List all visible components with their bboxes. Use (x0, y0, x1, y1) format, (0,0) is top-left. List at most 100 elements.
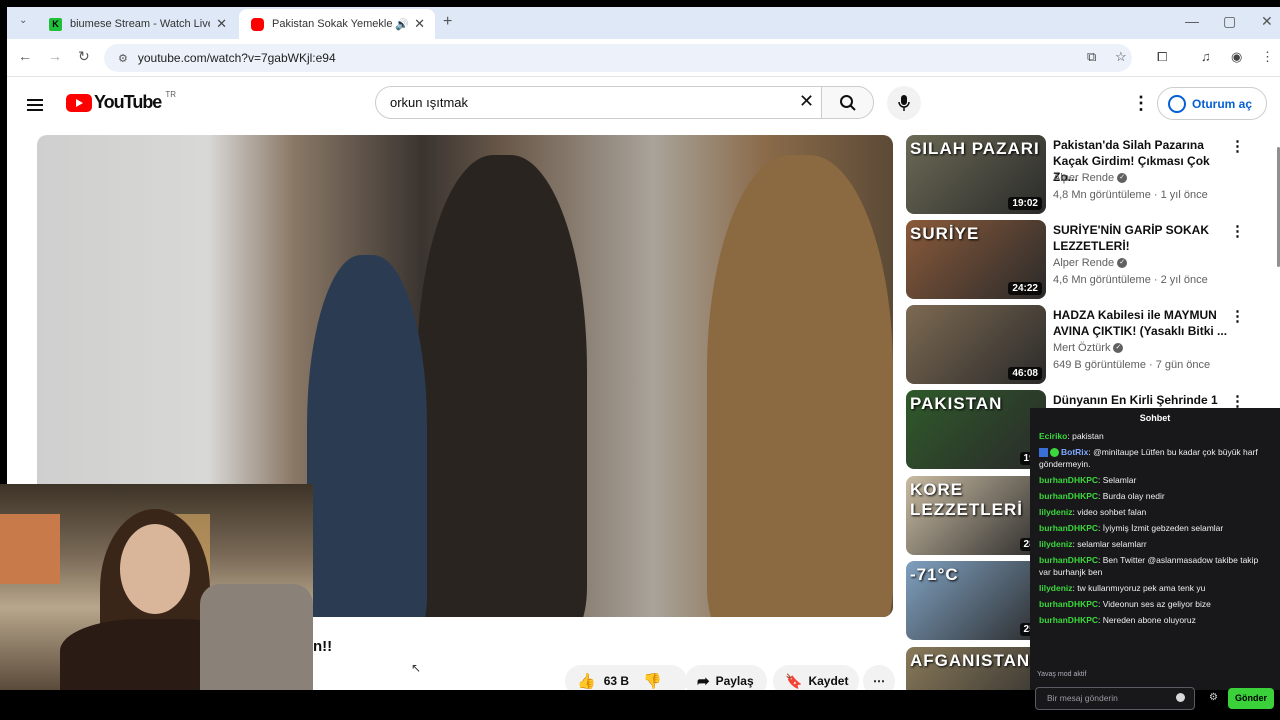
video-thumbnail[interactable]: SURİYE 24:22 (906, 220, 1046, 299)
chat-username[interactable]: Eciriko (1039, 431, 1067, 441)
tab-search-chevron-icon[interactable]: ⌄ (19, 15, 27, 26)
media-control-icon[interactable]: ♫ (1201, 49, 1211, 64)
close-tab-icon[interactable]: ✕ (414, 16, 425, 32)
chat-username[interactable]: burhanDHKPC (1039, 523, 1098, 533)
recommendation-item[interactable]: SILAH PAZARI 19:02 Pakistan'da Silah Pazar… (906, 135, 1276, 215)
channel-name[interactable]: Alper Rende ✓ (1053, 257, 1128, 269)
bookmark-icon: 🔖 (785, 672, 803, 689)
chat-text: video sohbet falan (1077, 507, 1147, 517)
speaker-icon[interactable]: 🔊 (395, 18, 409, 31)
chat-username[interactable]: lilydeniz (1039, 583, 1073, 593)
chat-message: burhanDHKPC: Ben Twitter @aslanmasadow t… (1030, 552, 1280, 580)
kick-favicon-icon: K (49, 17, 62, 31)
chat-text: Nereden abone oluyoruz (1102, 615, 1196, 625)
close-tab-icon[interactable]: ✕ (216, 16, 227, 32)
minimize-icon[interactable]: — (1185, 13, 1199, 29)
recommendation-menu-icon[interactable]: ⋮ (1230, 307, 1245, 325)
search-icon (839, 94, 856, 111)
dislike-icon[interactable]: 👎 (643, 672, 662, 690)
chat-username[interactable]: lilydeniz (1039, 507, 1073, 517)
streamer-face (120, 524, 190, 614)
channel-name[interactable]: Mert Öztürk ✓ (1053, 342, 1124, 354)
url-bar[interactable]: ⚙ youtube.com/watch?v=7gabWKjl:e94 (104, 44, 1132, 72)
channel-name[interactable]: Alper Rende ✓ (1053, 172, 1128, 184)
chat-message: BotRix: @minitaupe Lütfen bu kadar çok b… (1030, 444, 1280, 472)
duration-badge: 19:02 (1008, 197, 1042, 210)
emoji-icon[interactable] (1176, 693, 1185, 702)
mouse-cursor-icon: ↖ (411, 661, 422, 675)
signin-button[interactable]: Oturum aç (1157, 87, 1267, 120)
video-thumbnail[interactable]: SILAH PAZARI 19:02 (906, 135, 1046, 214)
wall-painting (0, 514, 60, 584)
slow-mode-label: Yavaş mod aktif (1037, 671, 1087, 678)
close-window-icon[interactable]: ✕ (1261, 13, 1273, 30)
url-text: youtube.com/watch?v=7gabWKjl:e94 (137, 51, 336, 65)
youtube-logo[interactable]: YouTube TR (66, 90, 176, 113)
chat-message: burhanDHKPC: İyiymiş İzmit gebzeden sela… (1030, 520, 1280, 536)
recommendation-menu-icon[interactable]: ⋮ (1230, 222, 1245, 240)
tab-title: biumese Stream - Watch Live on (70, 18, 210, 30)
chat-message: burhanDHKPC: Selamlar (1030, 472, 1280, 488)
thumbnail-text: SILAH PAZARI (910, 139, 1040, 158)
video-meta: 4,8 Mn görüntüleme · 1 yıl önce (1053, 189, 1208, 201)
video-title: n!! (313, 638, 333, 655)
chat-input[interactable]: Bir mesaj gönderin (1035, 687, 1195, 710)
chat-username[interactable]: burhanDHKPC (1039, 491, 1098, 501)
extensions-icon[interactable]: ⧠ (1157, 49, 1167, 65)
video-frame-figure (307, 255, 427, 617)
back-arrow-icon[interactable]: ← (18, 48, 32, 64)
channel-label: Alper Rende (1053, 172, 1115, 184)
share-icon: ➦ (697, 673, 710, 690)
chat-text: selamlar selamlarr (1077, 539, 1147, 549)
recommendation-title[interactable]: SURİYE'NİN GARİP SOKAK LEZZETLERİ! (1053, 222, 1233, 254)
like-icon[interactable]: 👍 (577, 672, 596, 690)
install-app-icon[interactable]: ⧉ (1087, 49, 1096, 65)
clear-search-icon[interactable]: ✕ (799, 91, 814, 112)
send-button[interactable]: Gönder (1228, 688, 1274, 709)
bookmark-star-icon[interactable]: ☆ (1115, 49, 1127, 65)
video-thumbnail[interactable]: PAKISTAN19: (906, 390, 1046, 469)
forward-arrow-icon[interactable]: → (48, 48, 62, 64)
profile-icon[interactable]: ◉ (1231, 49, 1242, 65)
video-thumbnail[interactable]: 46:08 (906, 305, 1046, 384)
search-button[interactable] (821, 86, 874, 119)
chat-username[interactable]: lilydeniz (1039, 539, 1073, 549)
chat-username[interactable]: burhanDHKPC (1039, 599, 1098, 609)
logo-country-code: TR (165, 90, 176, 99)
chat-username[interactable]: burhanDHKPC (1039, 555, 1098, 565)
chat-username[interactable]: burhanDHKPC (1039, 615, 1098, 625)
browser-menu-icon[interactable]: ⋮ (1261, 49, 1274, 65)
video-thumbnail[interactable]: AFGANISTAN (906, 647, 1046, 690)
video-thumbnail[interactable]: KORE LEZZETLERİ28: (906, 476, 1046, 555)
recommendation-title[interactable]: Dünyanın En Kirli Şehrinde 1 (1053, 392, 1233, 408)
tab-youtube[interactable]: Pakistan Sokak Yemeklerini 🔊 ✕ (239, 9, 435, 39)
share-button[interactable]: ➦ Paylaş (685, 665, 767, 690)
reload-icon[interactable]: ↻ (78, 48, 90, 65)
more-actions-button[interactable]: ⋯ (863, 665, 895, 690)
voice-search-button[interactable] (887, 86, 921, 120)
chat-text: Videonun ses az geliyor bize (1102, 599, 1211, 609)
search-input[interactable]: orkun ışıtmak (375, 86, 822, 119)
site-info-icon[interactable]: ⚙ (118, 52, 128, 65)
chat-message: lilydeniz: video sohbet falan (1030, 504, 1280, 520)
like-count[interactable]: 63 B (604, 674, 629, 688)
settings-kebab-icon[interactable]: ⋮ (1132, 93, 1150, 114)
new-tab-button[interactable]: + (443, 13, 452, 31)
chat-text: Selamlar (1102, 475, 1137, 485)
channel-label: Alper Rende (1053, 257, 1115, 269)
save-button[interactable]: 🔖 Kaydet (773, 665, 859, 690)
tab-kick[interactable]: K biumese Stream - Watch Live on ✕ (37, 9, 237, 39)
hamburger-menu-icon[interactable] (27, 99, 43, 111)
recommendation-item[interactable]: 46:08 HADZA Kabilesi ile MAYMUN AVINA ÇIK… (906, 305, 1276, 385)
chat-username[interactable]: burhanDHKPC (1039, 475, 1098, 485)
maximize-icon[interactable]: ▢ (1223, 13, 1236, 30)
thumbnail-text: KORE LEZZETLERİ (910, 480, 1023, 519)
webcam-overlay (0, 484, 313, 690)
recommendation-title[interactable]: HADZA Kabilesi ile MAYMUN AVINA ÇIKTIK! … (1053, 307, 1233, 339)
recommendation-item[interactable]: SURİYE 24:22 SURİYE'NİN GARİP SOKAK LEZZET… (906, 220, 1276, 300)
chat-username[interactable]: BotRix (1061, 447, 1088, 457)
video-thumbnail[interactable]: -71°C25: (906, 561, 1046, 640)
recommendation-menu-icon[interactable]: ⋮ (1230, 137, 1245, 155)
chat-settings-gear-icon[interactable]: ⚙ (1209, 692, 1218, 703)
chat-panel: Sohbet Eciriko: pakistan BotRix: @minitau… (1030, 408, 1280, 690)
